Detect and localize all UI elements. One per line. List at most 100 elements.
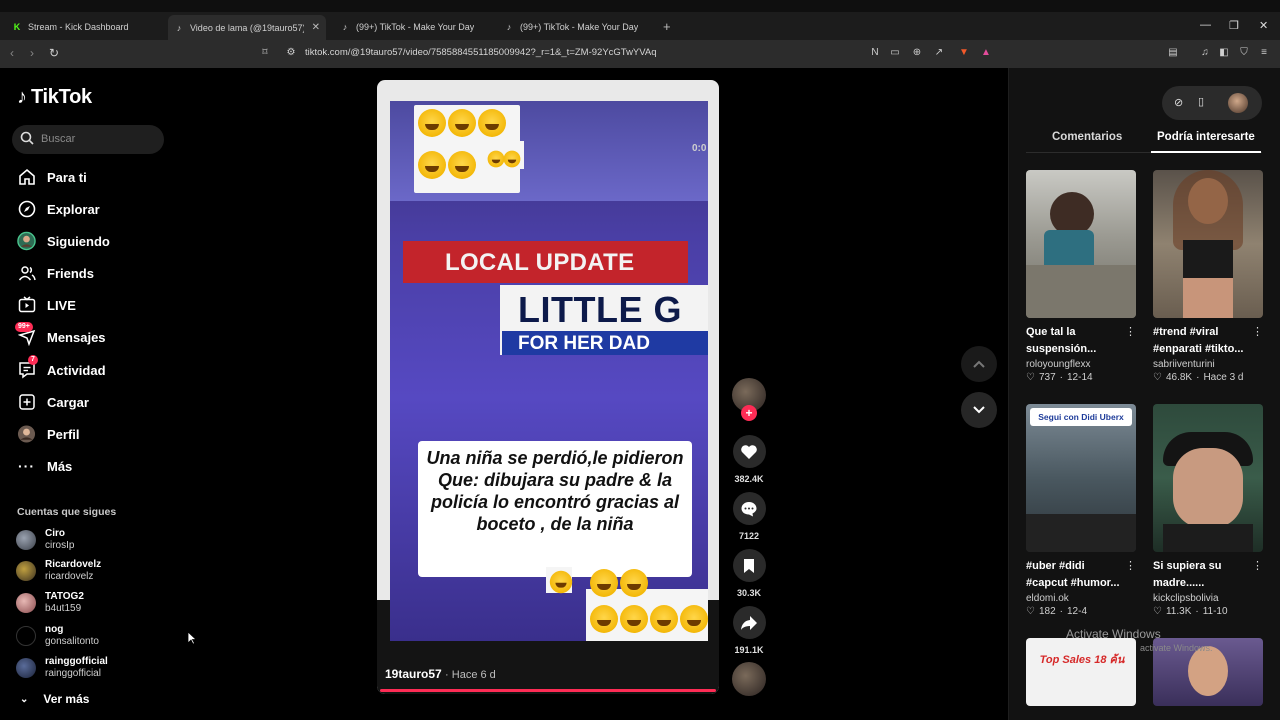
following-account[interactable]: Ricardovelz ricardovelz: [16, 558, 101, 584]
reader-icon[interactable]: ◧: [1218, 47, 1230, 59]
next-video-button[interactable]: [961, 392, 997, 428]
browser-tab-tiktok-1[interactable]: ♪ (99+) TikTok - Make Your Day: [334, 16, 494, 38]
recommended-video-card[interactable]: Top Sales 18 ค้น: [1026, 638, 1136, 706]
avatar[interactable]: [1228, 93, 1248, 113]
brave-shield-icon[interactable]: ▼: [958, 47, 970, 59]
video-timestamp: 0:0: [692, 143, 707, 154]
nav-explorar[interactable]: Explorar: [17, 198, 100, 220]
avatar: [16, 626, 36, 646]
share-button[interactable]: 191.1K: [731, 606, 767, 655]
card-stats: ♡ 182 · 12-4: [1026, 606, 1088, 617]
music-icon[interactable]: ♫: [1199, 47, 1211, 59]
reload-icon[interactable]: ↻: [49, 46, 59, 60]
close-window-button[interactable]: ✕: [1259, 19, 1268, 32]
heart-icon: [732, 435, 766, 468]
address-bar[interactable]: tiktok.com/@19tauro57/video/758588455118…: [305, 47, 657, 58]
video-caption-overlay: Una niña se perdió,le pidieron Que: dibu…: [418, 441, 692, 577]
chevron-down-icon: ⌄: [20, 693, 29, 705]
comment-button[interactable]: 7122: [731, 492, 767, 541]
search-input[interactable]: Buscar: [12, 125, 164, 154]
browser-tab-bar: K Stream - Kick Dashboard ♪ Video de lam…: [0, 0, 1280, 40]
minimize-button[interactable]: —: [1200, 19, 1211, 31]
heart-outline-icon: ♡: [1026, 372, 1035, 383]
menu-icon[interactable]: ≡: [1258, 47, 1270, 59]
emoji-sticker: [546, 567, 573, 594]
nav-actividad[interactable]: 7 Actividad: [17, 354, 106, 381]
zoom-icon[interactable]: ⊕: [911, 47, 923, 59]
tiktok-icon: ♪: [342, 22, 348, 32]
share-icon[interactable]: ↗: [933, 47, 945, 59]
close-tab-icon[interactable]: ✕: [312, 22, 320, 33]
tiktok-note-icon: ♪: [17, 86, 27, 108]
heart-outline-icon: ♡: [1026, 606, 1035, 617]
avatar: [16, 561, 36, 581]
heart-outline-icon: ♡: [1153, 606, 1162, 617]
card-stats: ♡ 46.8K · Hace 3 d: [1153, 372, 1244, 383]
ver-mas-button[interactable]: ⌄ Ver más: [20, 692, 89, 706]
device-icon[interactable]: ▯: [1198, 95, 1204, 108]
sidebar-toggle-icon[interactable]: ▤: [1167, 47, 1179, 59]
maximize-button[interactable]: ❐: [1229, 19, 1239, 32]
browser-toolbar: ‹ › ↻ ⌑ ⚙ tiktok.com/@19tauro57/video/75…: [0, 40, 1280, 68]
profile-icon: [17, 425, 36, 444]
compass-icon: [17, 200, 36, 219]
compass-icon[interactable]: ⊘: [1174, 96, 1183, 109]
messages-icon: 99+: [15, 321, 36, 347]
following-account[interactable]: nog gonsalitonto: [16, 623, 99, 649]
previous-video-button[interactable]: [961, 346, 997, 382]
follow-plus-button[interactable]: +: [741, 405, 757, 421]
save-button[interactable]: 30.3K: [731, 549, 767, 598]
nav-perfil[interactable]: Perfil: [17, 423, 80, 445]
like-button[interactable]: 382.4K: [731, 435, 767, 484]
more-options-icon[interactable]: ⋮: [1125, 325, 1136, 338]
more-options-icon[interactable]: ⋮: [1125, 559, 1136, 572]
following-account[interactable]: TATOG2 b4ut159: [16, 590, 84, 616]
recommended-video-card[interactable]: Segui con Didi Uberx #uber #didi #capcut…: [1026, 404, 1136, 617]
nav-mas[interactable]: ··· Más: [17, 455, 72, 477]
recommended-video-card[interactable]: #trend #viral #enparati #tikto... ⋮ sabr…: [1153, 170, 1263, 383]
video-author[interactable]: 19tauro57 · Hace 6 d: [385, 667, 496, 681]
browser-tab-tiktok-2[interactable]: ♪ (99+) TikTok - Make Your Day: [498, 16, 658, 38]
following-account[interactable]: rainggofficial rainggofficial: [16, 655, 108, 681]
card-stats: ♡ 737 · 12-14: [1026, 372, 1093, 383]
site-info-icon[interactable]: ⚙: [285, 47, 297, 59]
share-count: 191.1K: [734, 645, 764, 655]
back-icon[interactable]: ‹: [10, 46, 14, 60]
more-options-icon[interactable]: ⋮: [1252, 325, 1263, 338]
recommended-video-card[interactable]: Si supiera su madre...... ⋮ kickclipsbol…: [1153, 404, 1263, 617]
nav-friends[interactable]: Friends: [17, 262, 94, 284]
video-player[interactable]: 0:0 LOCAL UPDATE LITTLE G FOR HER DAD Un…: [377, 80, 719, 694]
right-panel: [1008, 68, 1280, 720]
emoji-sticker: [586, 569, 708, 641]
sound-disc-avatar[interactable]: [732, 662, 766, 696]
browser-tab-kick[interactable]: K Stream - Kick Dashboard: [6, 16, 164, 38]
brave-rewards-icon[interactable]: ▲: [980, 47, 992, 59]
nav-para-ti[interactable]: Para ti: [17, 166, 87, 188]
recommended-video-card[interactable]: Que tal la suspensión... ⋮ roloyoungflex…: [1026, 170, 1136, 383]
new-tab-button[interactable]: +: [663, 19, 671, 34]
nav-mensajes[interactable]: 99+ Mensajes: [15, 321, 106, 348]
browser-tab-video[interactable]: ♪ Video de lama (@19tauro57) re ✕: [168, 15, 326, 40]
no-translate-icon[interactable]: N: [869, 47, 881, 59]
chevron-down-icon: [973, 406, 985, 414]
cast-icon[interactable]: ▭: [889, 47, 901, 59]
comment-count: 7122: [738, 531, 760, 541]
more-options-icon[interactable]: ⋮: [1252, 559, 1263, 572]
tiktok-logo[interactable]: ♪ TikTok: [17, 86, 92, 109]
nav-cargar[interactable]: Cargar: [17, 391, 89, 413]
tab-podria-interesarte[interactable]: Podría interesarte: [1157, 131, 1255, 143]
following-account[interactable]: Ciro cirosIp: [16, 527, 74, 553]
video-progress-bar[interactable]: [380, 689, 716, 692]
forward-icon[interactable]: ›: [30, 46, 34, 60]
panel-controls: ⊘ ▯: [1162, 86, 1262, 120]
vpn-icon[interactable]: ⛉: [1238, 47, 1250, 59]
nav-siguiendo[interactable]: Siguiendo: [17, 230, 110, 252]
card-author: kickclipsbolivia: [1153, 593, 1219, 604]
like-count: 382.4K: [734, 474, 764, 484]
bookmark-icon[interactable]: ⌑: [259, 47, 271, 59]
nav-live[interactable]: LIVE: [17, 294, 76, 316]
activate-windows-subtext: activate Windows.: [1140, 643, 1213, 653]
following-icon: [17, 231, 36, 251]
video-thumbnail: [1026, 170, 1136, 318]
tab-comentarios[interactable]: Comentarios: [1052, 131, 1122, 143]
